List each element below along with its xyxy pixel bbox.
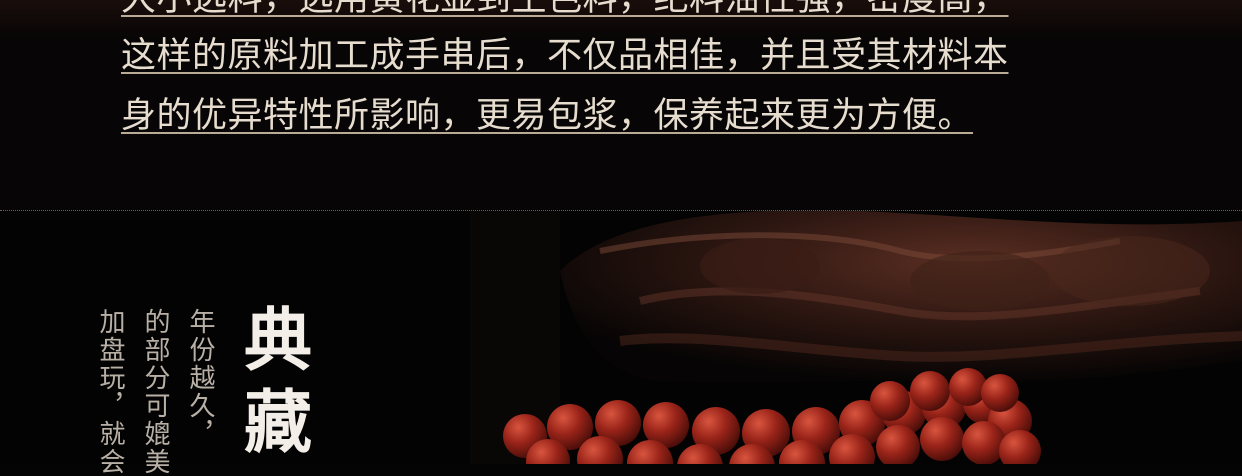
feature-text-column: 年份越久， [185,308,215,448]
intro-paragraph-line: 大小选料，选用黄花显到生色料，纪料油性强，密度高， [121,0,1009,20]
feature-title: 典 藏 [244,300,324,464]
intro-paragraph-line: 身的优异特性所影响，更易包浆，保养起来更为方便。 [121,96,974,136]
feature-text-column: 加盘玩，就会 [95,308,125,476]
intro-paragraph-line: 这样的原料加工成手串后，不仅品相佳，并且受其材料本 [121,36,1009,76]
feature-title-char: 典 [244,301,313,381]
feature-title-char: 藏 [244,383,313,463]
intro-section: 大小选料，选用黄花显到生色料，纪料油性强，密度高， 这样的原料加工成手串后，不仅… [0,0,1242,210]
feature-text-column: 的部分可媲美 [140,308,170,476]
